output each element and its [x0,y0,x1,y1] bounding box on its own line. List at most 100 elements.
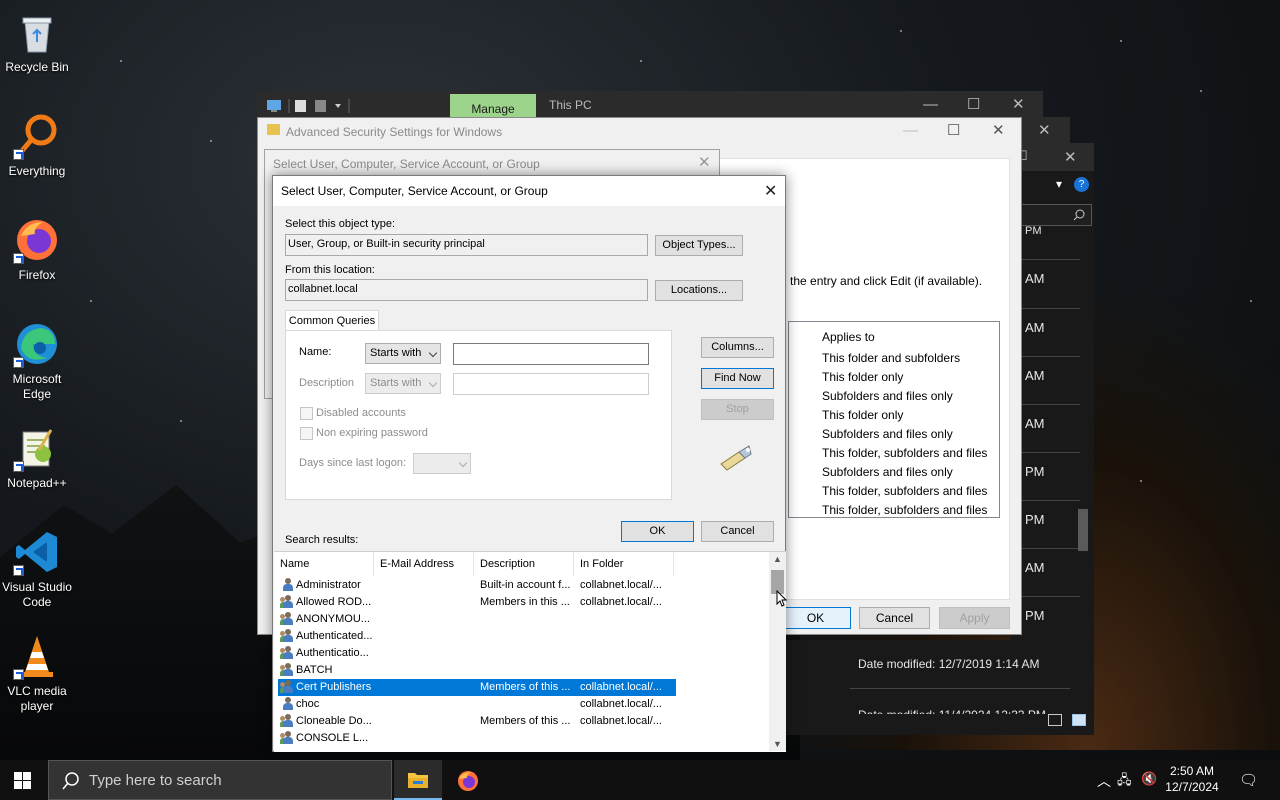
disabled-accounts-checkbox[interactable] [300,407,313,420]
column-header-in-folder[interactable]: In Folder [574,552,674,576]
non-expiring-password-checkbox[interactable] [300,427,313,440]
cell-description: Members of this ... [480,715,571,727]
time-label: PM [1025,608,1045,623]
column-header-email[interactable]: E-Mail Address [374,552,474,576]
volume-muted-icon[interactable]: 🔇 [1141,771,1157,787]
desktop-icon-vlc[interactable]: VLC media player [2,632,72,714]
columns-button[interactable]: Columns... [701,337,774,358]
column-header-description[interactable]: Description [474,552,574,576]
applies-to-cell[interactable]: Subfolders and files only [822,427,953,441]
table-row[interactable]: Authenticated... [278,628,676,645]
table-row[interactable]: BATCH [278,662,676,679]
background-window-titlebar-2: ☐ ✕ [1010,143,1094,171]
chevron-up-icon[interactable]: ︿ [1097,771,1111,791]
table-row[interactable]: Authenticatio... [278,645,676,662]
name-input[interactable] [453,343,649,365]
windows-start-icon[interactable] [14,772,31,792]
ok-button[interactable]: OK [621,521,694,542]
table-row[interactable]: Cloneable Do... Members of this ... collab… [278,713,676,730]
taskbar-file-explorer[interactable] [394,760,442,800]
desktop-icon-firefox[interactable]: Firefox [2,216,72,283]
desktop-icon-vscode[interactable]: Visual Studio Code [2,528,72,610]
table-row[interactable]: Allowed ROD... Members in this ... collabn… [278,594,676,611]
system-clock[interactable]: 2:50 AM 12/7/2024 [1160,763,1224,795]
scrollbar-thumb[interactable] [1078,509,1088,551]
column-header-applies-to[interactable]: Applies to [822,330,875,344]
table-row[interactable]: CONSOLE L... [278,730,676,747]
scroll-up-icon[interactable]: ▲ [773,554,782,564]
applies-to-cell[interactable]: This folder only [822,370,903,384]
close-icon[interactable]: ✕ [1064,148,1077,166]
time-label: AM [1025,271,1045,286]
notification-center-icon[interactable]: 🗨 [1239,771,1258,789]
dialog-titlebar[interactable]: Select User, Computer, Service Account, … [273,176,785,206]
stop-button[interactable]: Stop [701,399,774,420]
object-type-field: User, Group, or Built-in security princi… [285,234,648,256]
description-input[interactable] [453,373,649,395]
help-icon[interactable]: ? [1074,177,1089,192]
cell-name: choc [296,698,320,710]
find-now-button[interactable]: Find Now [701,368,774,389]
table-row[interactable]: Cert Publishers Members of this ... collab… [278,679,676,696]
scroll-down-icon[interactable]: ▼ [773,739,782,749]
network-icon[interactable]: 🖧 [1117,771,1132,793]
desktop-icon-recycle-bin[interactable]: Recycle Bin [2,8,72,75]
applies-to-cell[interactable]: This folder only [822,408,903,422]
desktop-icon-edge[interactable]: Microsoft Edge [2,320,72,402]
description-filter-combo[interactable]: Starts with [365,373,441,394]
search-box[interactable] [1020,204,1092,226]
applies-to-cell[interactable]: This folder, subfolders and files [822,446,987,460]
results-scrollbar[interactable]: ▲ ▼ [769,552,786,751]
taskbar: Type here to search ︿ 🖧 🔇 2:50 AM 12/7/2… [0,760,1280,800]
desktop-icon-everything[interactable]: Everything [2,112,72,179]
user-icon [280,697,294,711]
permission-entries-list[interactable]: Applies to This folder and subfolders Th… [788,321,1000,518]
table-row[interactable]: ANONYMOU... [278,611,676,628]
close-icon[interactable]: ✕ [992,121,1005,139]
applies-to-cell[interactable]: This folder, subfolders and files [822,484,987,498]
cell-description: Members of this ... [480,681,571,693]
object-types-button[interactable]: Object Types... [655,235,743,256]
large-icons-view-icon[interactable] [1072,714,1086,726]
column-header-name[interactable]: Name [274,552,374,576]
minimize-icon[interactable]: — [903,122,918,139]
close-icon[interactable]: ✕ [1012,95,1025,113]
locations-button[interactable]: Locations... [655,280,743,301]
name-filter-combo[interactable]: Starts with [365,343,441,364]
cancel-button[interactable]: Cancel [701,521,774,542]
minimize-icon[interactable]: — [923,96,938,113]
details-view-icon[interactable] [1048,714,1062,726]
time-label: AM [1025,320,1045,335]
search-results-list[interactable]: Name E-Mail Address Description In Folde… [274,551,786,752]
applies-to-cell[interactable]: Subfolders and files only [822,389,953,403]
desktop-icon-notepad-plus-plus[interactable]: Notepad++ [2,424,72,491]
background-window-titlebar: ✕ [1022,117,1070,143]
close-icon[interactable]: ✕ [698,153,711,171]
table-row[interactable]: Administrator Built-in account f... collab… [278,577,676,594]
vlc-icon [13,632,61,680]
apply-button[interactable]: Apply [939,607,1010,629]
taskbar-search-box[interactable]: Type here to search [48,760,392,800]
applies-to-cell[interactable]: This folder and subfolders [822,351,960,365]
cell-name: Administrator [296,579,361,591]
quick-access-toolbar[interactable] [265,98,355,117]
maximize-icon[interactable]: ☐ [967,95,980,113]
user-icon [280,578,294,592]
tab-common-queries[interactable]: Common Queries [285,310,379,331]
chevron-down-icon[interactable]: ▾ [1056,177,1062,191]
applies-to-cell[interactable]: This folder, subfolders and files [822,503,987,517]
close-icon[interactable]: ✕ [1038,121,1051,139]
ok-button[interactable]: OK [780,607,851,629]
maximize-icon[interactable]: ☐ [947,121,960,139]
table-row[interactable]: choc collabnet.local/... [278,696,676,713]
window-title: Select User, Computer, Service Account, … [273,157,540,171]
taskbar-firefox[interactable] [444,760,492,800]
search-flashlight-icon [719,444,753,475]
applies-to-cell[interactable]: Subfolders and files only [822,465,953,479]
close-icon[interactable]: ✕ [764,181,777,201]
days-since-logon-combo[interactable] [413,453,471,474]
search-results-label: Search results: [285,534,359,546]
cell-name: Cloneable Do... [296,715,372,727]
cancel-button[interactable]: Cancel [859,607,930,629]
cell-name: CONSOLE L... [296,732,369,744]
